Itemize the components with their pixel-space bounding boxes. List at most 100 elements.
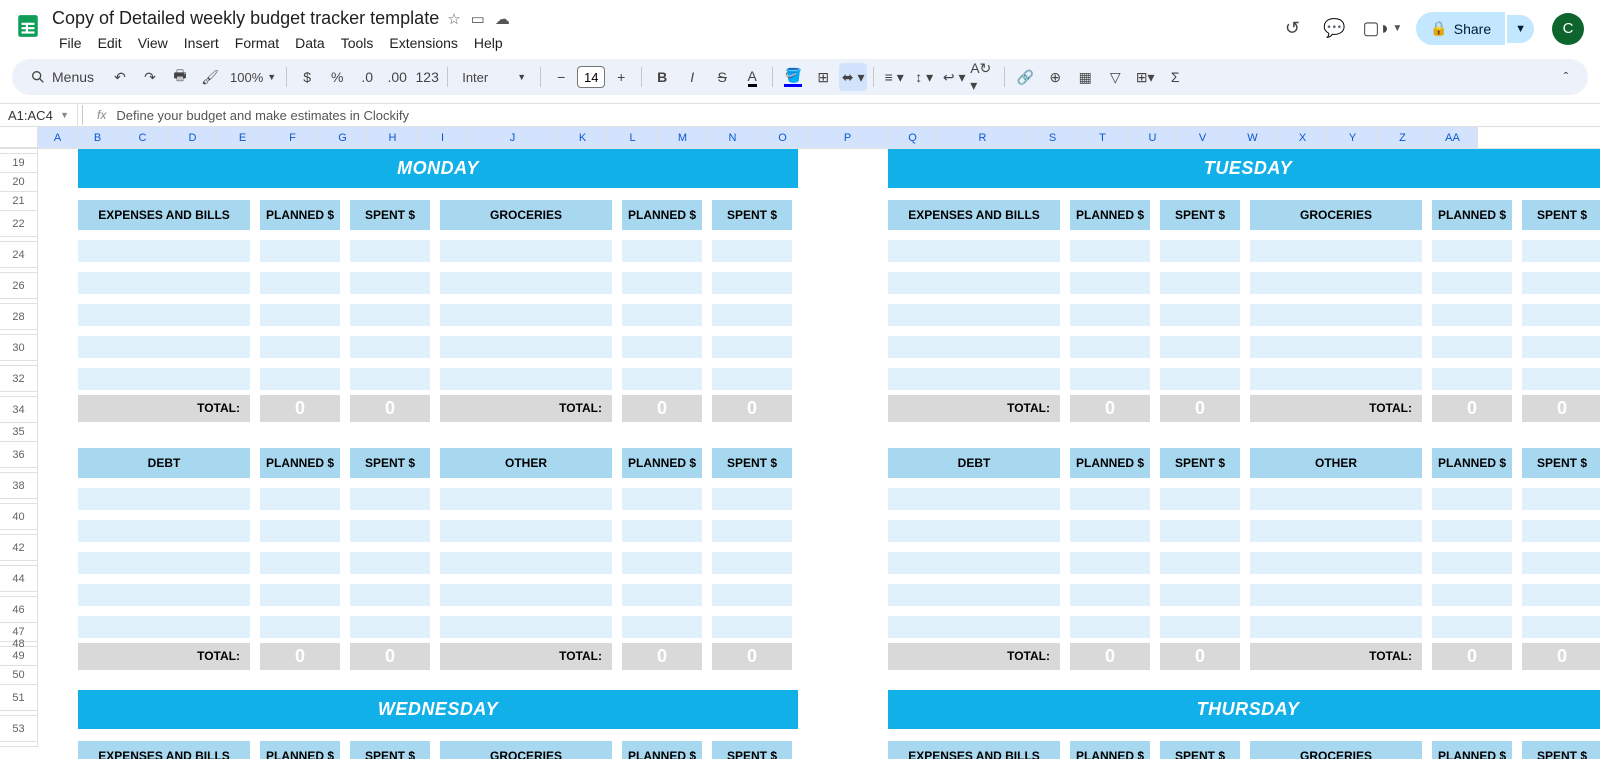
data-cell[interactable] [622, 240, 702, 262]
column-header[interactable]: X [1278, 127, 1328, 148]
data-cell[interactable] [78, 240, 250, 262]
redo-button[interactable]: ↷ [136, 63, 164, 91]
data-cell[interactable] [260, 240, 340, 262]
row-header[interactable]: 44 [0, 566, 37, 592]
data-cell[interactable] [622, 272, 702, 294]
data-cell[interactable] [350, 240, 430, 262]
italic-button[interactable]: I [678, 63, 706, 91]
column-header[interactable]: T [1078, 127, 1128, 148]
filter-views-button[interactable]: ⊞▾ [1131, 63, 1159, 91]
column-header[interactable]: M [658, 127, 708, 148]
history-icon[interactable]: ↺ [1278, 15, 1306, 43]
cells-area[interactable]: MONDAY EXPENSES AND BILLS PLANNED $ SPEN… [38, 149, 1600, 747]
data-cell[interactable] [622, 584, 702, 606]
font-size-input[interactable] [577, 66, 605, 88]
sheets-logo[interactable] [12, 6, 44, 46]
data-cell[interactable] [440, 616, 612, 638]
data-cell[interactable] [440, 552, 612, 574]
data-cell[interactable] [622, 368, 702, 390]
data-cell[interactable] [440, 488, 612, 510]
data-cell[interactable] [1522, 272, 1600, 294]
merge-button[interactable]: ⬌ ▾ [839, 63, 867, 91]
account-avatar[interactable]: C [1552, 13, 1584, 45]
data-cell[interactable] [78, 552, 250, 574]
data-cell[interactable] [440, 304, 612, 326]
vert-align-button[interactable]: ↕ ▾ [910, 63, 938, 91]
data-cell[interactable] [440, 336, 612, 358]
data-cell[interactable] [1070, 240, 1150, 262]
horiz-align-button[interactable]: ≡ ▾ [880, 63, 908, 91]
row-header[interactable]: 46 [0, 597, 37, 623]
data-cell[interactable] [350, 488, 430, 510]
menu-help[interactable]: Help [467, 31, 510, 55]
data-cell[interactable] [1522, 488, 1600, 510]
column-header[interactable]: J [468, 127, 558, 148]
data-cell[interactable] [260, 304, 340, 326]
row-header[interactable]: 34 [0, 397, 37, 423]
data-cell[interactable] [888, 520, 1060, 542]
menu-tools[interactable]: Tools [334, 31, 381, 55]
data-cell[interactable] [1250, 304, 1422, 326]
data-cell[interactable] [1160, 368, 1240, 390]
row-header[interactable]: 51 [0, 685, 37, 711]
row-header[interactable]: 26 [0, 273, 37, 299]
data-cell[interactable] [712, 584, 792, 606]
data-cell[interactable] [1250, 488, 1422, 510]
data-cell[interactable] [1522, 552, 1600, 574]
data-cell[interactable] [78, 336, 250, 358]
meet-dropdown-icon[interactable]: ▼ [1392, 23, 1402, 34]
row-header[interactable]: 32 [0, 366, 37, 392]
data-cell[interactable] [1160, 336, 1240, 358]
data-cell[interactable] [1432, 240, 1512, 262]
data-cell[interactable] [1522, 240, 1600, 262]
column-header[interactable]: B [78, 127, 118, 148]
data-cell[interactable] [78, 272, 250, 294]
link-button[interactable]: 🔗 [1011, 63, 1039, 91]
data-cell[interactable] [1522, 584, 1600, 606]
menu-file[interactable]: File [52, 31, 89, 55]
data-cell[interactable] [888, 616, 1060, 638]
row-header[interactable]: 49 [0, 647, 37, 666]
data-cell[interactable] [1522, 616, 1600, 638]
data-cell[interactable] [350, 616, 430, 638]
row-header[interactable]: 20 [0, 173, 37, 192]
column-header[interactable]: D [168, 127, 218, 148]
star-icon[interactable]: ☆ [447, 10, 460, 28]
data-cell[interactable] [622, 488, 702, 510]
zoom-select[interactable]: 100% ▼ [226, 68, 280, 87]
collapse-toolbar-button[interactable]: ˆ [1552, 63, 1580, 91]
name-box[interactable]: A1:AC4 ▼ [0, 104, 78, 126]
borders-button[interactable]: ⊞ [809, 63, 837, 91]
increase-font-button[interactable]: + [607, 63, 635, 91]
data-cell[interactable] [440, 240, 612, 262]
data-cell[interactable] [78, 616, 250, 638]
data-cell[interactable] [440, 368, 612, 390]
data-cell[interactable] [350, 584, 430, 606]
column-header[interactable]: S [1028, 127, 1078, 148]
data-cell[interactable] [1070, 368, 1150, 390]
data-cell[interactable] [1432, 616, 1512, 638]
share-button[interactable]: 🔒 Share [1416, 12, 1505, 45]
data-cell[interactable] [622, 304, 702, 326]
data-cell[interactable] [1160, 488, 1240, 510]
row-header[interactable]: 19 [0, 154, 37, 173]
comment-button[interactable]: ⊕ [1041, 63, 1069, 91]
row-header[interactable]: 38 [0, 473, 37, 499]
data-cell[interactable] [1070, 488, 1150, 510]
data-cell[interactable] [260, 520, 340, 542]
data-cell[interactable] [78, 368, 250, 390]
column-header[interactable]: G [318, 127, 368, 148]
share-dropdown[interactable]: ▼ [1507, 15, 1534, 43]
column-header[interactable]: U [1128, 127, 1178, 148]
document-title[interactable]: Copy of Detailed weekly budget tracker t… [52, 8, 439, 29]
row-header[interactable]: 35 [0, 423, 37, 442]
search-menus[interactable]: Menus [20, 65, 104, 89]
percent-button[interactable]: % [323, 63, 351, 91]
print-button[interactable]: 🖶 [166, 63, 194, 91]
data-cell[interactable] [888, 272, 1060, 294]
data-cell[interactable] [1432, 272, 1512, 294]
chart-button[interactable]: ▦ [1071, 63, 1099, 91]
data-cell[interactable] [1160, 584, 1240, 606]
data-cell[interactable] [888, 488, 1060, 510]
move-icon[interactable]: ▭ [471, 10, 485, 28]
